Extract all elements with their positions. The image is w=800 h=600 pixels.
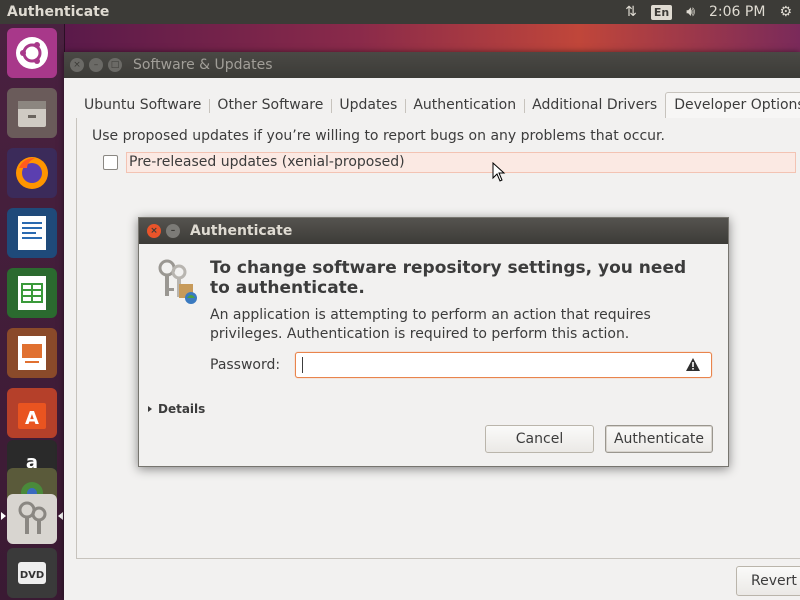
minimize-icon[interactable]: –	[89, 58, 103, 72]
tab-other-software[interactable]: Other Software	[209, 93, 331, 118]
svg-text:DVD: DVD	[20, 570, 44, 581]
mouse-cursor-icon	[492, 162, 506, 182]
libreoffice-writer-icon[interactable]	[7, 208, 57, 258]
cancel-button[interactable]: Cancel	[485, 425, 594, 453]
tab-authentication[interactable]: Authentication	[405, 93, 524, 118]
password-label: Password:	[210, 357, 281, 373]
libreoffice-impress-icon[interactable]	[7, 328, 57, 378]
text-caret	[302, 357, 303, 373]
tab-additional-drivers[interactable]: Additional Drivers	[524, 93, 665, 118]
dialog-titlebar[interactable]: × – Authenticate	[139, 218, 728, 244]
tab-developer-options[interactable]: Developer Options	[665, 92, 800, 119]
tab-updates[interactable]: Updates	[331, 93, 405, 118]
maximize-icon[interactable]: □	[108, 58, 122, 72]
proposed-updates-checkbox[interactable]	[103, 155, 118, 170]
proposed-updates-hint: Use proposed updates if you’re willing t…	[92, 128, 665, 144]
password-field[interactable]	[295, 352, 712, 378]
gear-icon[interactable]: ⚙	[779, 4, 792, 20]
desktop-wallpaper	[64, 24, 800, 54]
dialog-heading: To change software repository settings, …	[210, 258, 687, 298]
authenticate-button[interactable]: Authenticate	[605, 425, 713, 453]
caps-lock-warning-icon	[686, 358, 700, 371]
dvd-icon[interactable]: DVD	[7, 548, 57, 598]
close-icon[interactable]: ×	[70, 58, 84, 72]
ubuntu-software-icon[interactable]: A	[7, 388, 57, 438]
volume-icon[interactable]: 🔊︎	[686, 4, 695, 20]
proposed-updates-row[interactable]: Pre-released updates (xenial-proposed)	[103, 152, 796, 173]
details-label: Details	[158, 402, 206, 416]
clock[interactable]: 2:06 PM	[709, 4, 765, 20]
launcher: A a DVD	[0, 24, 65, 600]
focus-indicator	[58, 512, 63, 520]
files-icon[interactable]	[7, 88, 57, 138]
dialog-title: Authenticate	[190, 223, 293, 239]
dialog-close-icon[interactable]: ×	[147, 224, 161, 238]
svg-text:A: A	[25, 408, 39, 429]
libreoffice-calc-icon[interactable]	[7, 268, 57, 318]
keys-icon	[158, 259, 197, 304]
dialog-minimize-icon[interactable]: –	[166, 224, 180, 238]
tab-ubuntu-software[interactable]: Ubuntu Software	[76, 93, 209, 118]
passwords-and-keys-icon[interactable]	[7, 494, 57, 544]
authenticate-dialog: × – Authenticate To change software repo…	[138, 217, 729, 467]
window-title: Software & Updates	[133, 57, 273, 73]
tab-bar: Ubuntu Software Other Software Updates A…	[76, 92, 800, 119]
active-app-title: Authenticate	[7, 4, 110, 20]
dialog-body-text: An application is attempting to perform …	[210, 307, 651, 342]
window-titlebar[interactable]: × – □ Software & Updates	[64, 52, 800, 78]
revert-button[interactable]: Revert	[736, 566, 800, 596]
ubuntu-dash-icon[interactable]	[7, 28, 57, 78]
network-icon[interactable]: ⇅	[625, 4, 637, 20]
firefox-icon[interactable]	[7, 148, 57, 198]
details-expander[interactable]: Details	[148, 402, 205, 416]
running-indicator	[1, 512, 6, 520]
proposed-updates-label[interactable]: Pre-released updates (xenial-proposed)	[126, 152, 796, 173]
keyboard-layout-indicator[interactable]: En	[650, 4, 673, 20]
top-panel: Authenticate ⇅ En 🔊︎ 2:06 PM ⚙	[0, 0, 800, 24]
indicator-area: ⇅ En 🔊︎ 2:06 PM ⚙	[625, 4, 800, 20]
expander-arrow-icon	[148, 406, 152, 412]
